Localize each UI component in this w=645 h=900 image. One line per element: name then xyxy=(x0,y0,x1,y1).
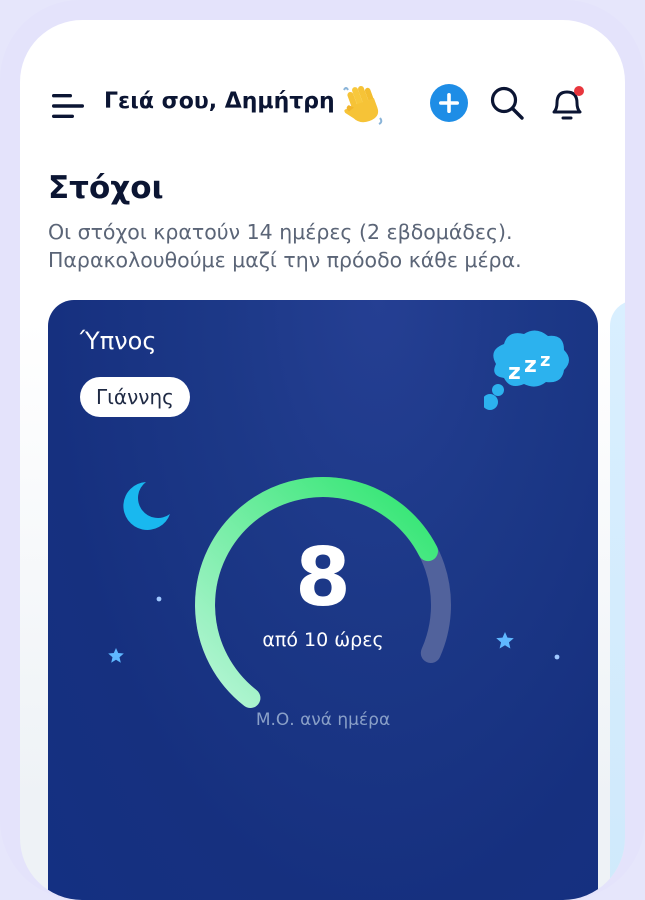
gauge-caption: Μ.Ο. ανά ημέρα xyxy=(255,710,391,730)
gauge-target-text: από 10 ώρες xyxy=(262,629,384,651)
dot-star-icon xyxy=(554,654,560,660)
search-icon[interactable] xyxy=(488,84,526,122)
svg-text:z: z xyxy=(524,353,537,378)
next-goal-card-peek[interactable] xyxy=(610,300,625,900)
sleep-goal-card[interactable]: Ύπνος Γιάννης z z z 8 από 10 ώρες Μ.Ο. α… xyxy=(48,300,598,900)
gauge-value: 8 xyxy=(295,531,351,624)
notification-dot xyxy=(574,86,584,96)
bell-icon[interactable] xyxy=(546,82,588,124)
page-title: Στόχοι xyxy=(48,170,164,206)
menu-icon[interactable] xyxy=(50,92,86,120)
wave-emoji-icon xyxy=(343,85,383,125)
add-icon[interactable] xyxy=(429,83,469,123)
moon-icon xyxy=(123,482,170,530)
card-title: Ύπνος xyxy=(80,327,157,355)
svg-text:z: z xyxy=(540,350,550,371)
app-screen: Γειά σου, Δημήτρη Στόχοι Οι στόχοι κρατο… xyxy=(20,20,625,900)
sleep-bubble-icon: z z z xyxy=(484,330,569,410)
phone-frame: Γειά σου, Δημήτρη Στόχοι Οι στόχοι κρατο… xyxy=(0,0,645,900)
page-description: Οι στόχοι κρατούν 14 ημέρες (2 εβδομάδες… xyxy=(48,220,522,272)
svg-text:z: z xyxy=(508,360,521,385)
person-chip[interactable]: Γιάννης xyxy=(80,377,190,417)
greeting-text: Γειά σου, Δημήτρη xyxy=(104,89,335,114)
